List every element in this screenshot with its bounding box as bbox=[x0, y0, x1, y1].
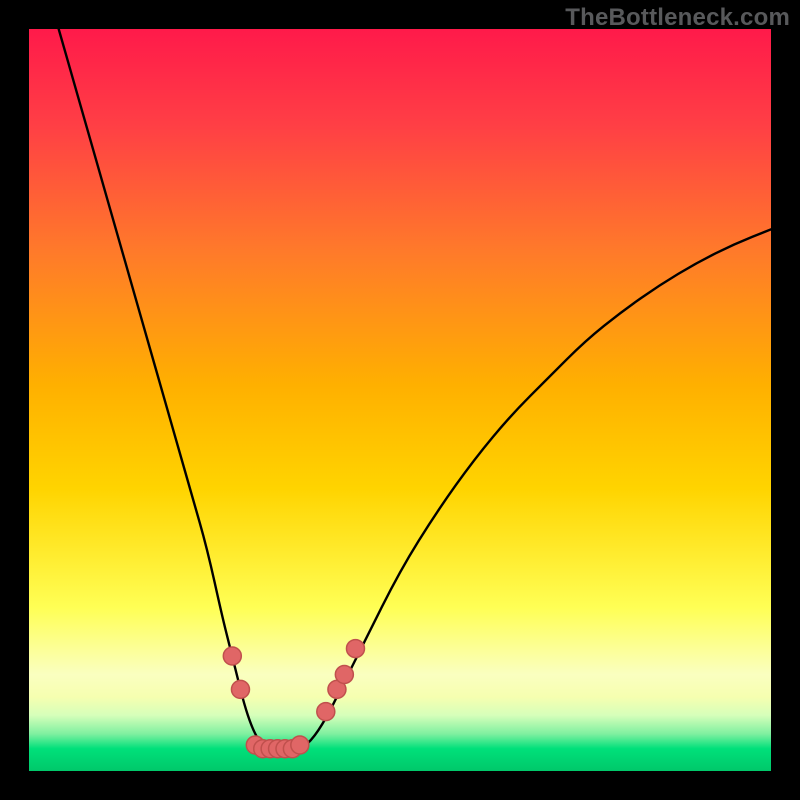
curve-marker bbox=[317, 703, 335, 721]
chart-frame bbox=[29, 29, 771, 771]
gradient-background bbox=[29, 29, 771, 771]
curve-marker bbox=[291, 736, 309, 754]
watermark-text: TheBottleneck.com bbox=[565, 4, 790, 32]
curve-marker bbox=[231, 680, 249, 698]
curve-marker bbox=[335, 666, 353, 684]
bottleneck-chart bbox=[29, 29, 771, 771]
curve-marker bbox=[346, 640, 364, 658]
curve-marker bbox=[223, 647, 241, 665]
